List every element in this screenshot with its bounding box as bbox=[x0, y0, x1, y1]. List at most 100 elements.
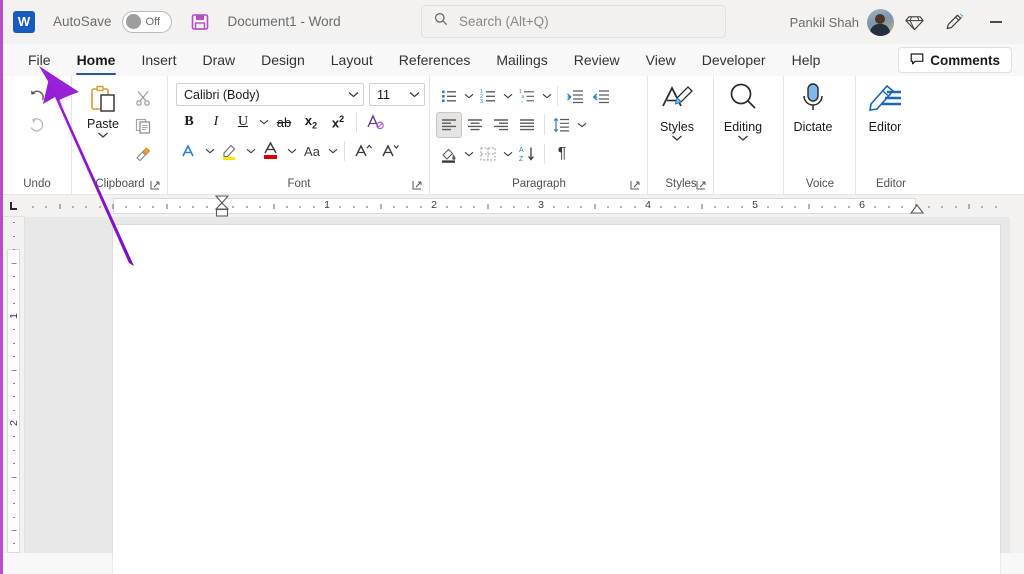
vertical-ruler[interactable]: 12 bbox=[3, 217, 25, 553]
autosave-label: AutoSave bbox=[53, 14, 112, 29]
styles-button[interactable]: Styles bbox=[648, 80, 706, 142]
bold-button[interactable]: B bbox=[176, 109, 202, 135]
font-name-combobox[interactable]: Calibri (Body) bbox=[176, 83, 364, 106]
tab-developer[interactable]: Developer bbox=[689, 44, 779, 76]
tab-review[interactable]: Review bbox=[561, 44, 633, 76]
paragraph-dialog-launcher[interactable] bbox=[629, 179, 641, 191]
document-page[interactable] bbox=[113, 225, 1000, 574]
multilevel-list-button[interactable]: 1 a i bbox=[514, 83, 540, 109]
text-effects-button[interactable] bbox=[176, 138, 202, 164]
justify-button[interactable] bbox=[514, 112, 540, 138]
underline-button[interactable]: U bbox=[230, 109, 256, 135]
grow-font-button[interactable] bbox=[350, 138, 376, 164]
tab-stop-selector[interactable] bbox=[3, 195, 25, 217]
borders-button[interactable] bbox=[475, 141, 501, 167]
show-formatting-marks-button[interactable]: ¶ bbox=[549, 141, 575, 167]
sort-button[interactable]: A Z bbox=[514, 141, 540, 167]
subscript-button[interactable]: x2 bbox=[298, 109, 324, 135]
paste-button[interactable]: Paste bbox=[76, 82, 130, 139]
minimize-button[interactable] bbox=[974, 0, 1018, 44]
italic-button[interactable]: I bbox=[203, 109, 229, 135]
multilevel-list-dropdown[interactable] bbox=[540, 83, 553, 109]
tab-references[interactable]: References bbox=[386, 44, 484, 76]
increase-indent-button[interactable] bbox=[588, 83, 614, 109]
ruler-track[interactable]: 123456 bbox=[25, 195, 1024, 217]
line-spacing-button[interactable] bbox=[549, 112, 575, 138]
avatar[interactable] bbox=[867, 9, 894, 36]
superscript-button[interactable]: x2 bbox=[325, 109, 351, 135]
tab-home[interactable]: Home bbox=[64, 44, 129, 76]
ruler-tick bbox=[32, 206, 33, 208]
editor-button[interactable]: Editor bbox=[856, 80, 914, 134]
bullets-button[interactable] bbox=[436, 83, 462, 109]
undo-button[interactable] bbox=[24, 82, 50, 108]
underline-dropdown[interactable] bbox=[257, 109, 270, 135]
styles-dialog-launcher[interactable] bbox=[695, 179, 707, 191]
bullets-dropdown[interactable] bbox=[462, 83, 475, 109]
ruler-tick bbox=[139, 206, 140, 208]
change-case-dropdown[interactable] bbox=[326, 138, 339, 164]
align-left-button[interactable] bbox=[436, 112, 462, 138]
vertical-scrollbar[interactable] bbox=[1010, 217, 1024, 553]
highlight-dropdown[interactable] bbox=[244, 138, 257, 164]
ruler-number: 1 bbox=[8, 313, 20, 319]
divider bbox=[557, 86, 558, 106]
right-indent-marker[interactable] bbox=[909, 204, 925, 216]
editor-button-label: Editor bbox=[869, 120, 902, 134]
change-case-button[interactable]: Aa bbox=[299, 138, 325, 164]
autosave-toggle[interactable]: Off bbox=[122, 11, 172, 33]
shading-dropdown[interactable] bbox=[462, 141, 475, 167]
font-color-button[interactable] bbox=[258, 138, 284, 164]
hanging-indent-marker[interactable] bbox=[214, 202, 230, 217]
shrink-font-button[interactable] bbox=[377, 138, 403, 164]
ruler-tick bbox=[260, 206, 261, 208]
clipboard-dialog-launcher[interactable] bbox=[149, 179, 161, 191]
ruler-tick bbox=[286, 206, 287, 208]
save-icon[interactable] bbox=[190, 12, 210, 32]
account-name[interactable]: Pankil Shah bbox=[790, 15, 859, 30]
text-highlight-button[interactable] bbox=[217, 138, 243, 164]
ruler-tick bbox=[86, 206, 87, 208]
format-painter-button[interactable] bbox=[130, 141, 156, 167]
tab-view[interactable]: View bbox=[633, 44, 689, 76]
tab-layout[interactable]: Layout bbox=[318, 44, 386, 76]
tab-design[interactable]: Design bbox=[248, 44, 318, 76]
cut-button[interactable] bbox=[130, 85, 156, 111]
align-right-button[interactable] bbox=[488, 112, 514, 138]
ribbon-group-font: Calibri (Body) 11 bbox=[167, 76, 429, 194]
clear-formatting-button[interactable] bbox=[362, 109, 388, 135]
tab-help[interactable]: Help bbox=[779, 44, 834, 76]
editing-button[interactable]: Editing bbox=[714, 80, 772, 142]
font-size-combobox[interactable]: 11 bbox=[369, 83, 425, 106]
toggle-knob bbox=[126, 14, 141, 29]
numbering-dropdown[interactable] bbox=[501, 83, 514, 109]
font-dialog-launcher[interactable] bbox=[411, 179, 423, 191]
tab-mailings[interactable]: Mailings bbox=[483, 44, 560, 76]
ruler-tick bbox=[888, 206, 889, 208]
decrease-indent-button[interactable] bbox=[562, 83, 588, 109]
ruler-tick bbox=[13, 383, 15, 384]
tab-insert[interactable]: Insert bbox=[128, 44, 189, 76]
borders-dropdown[interactable] bbox=[501, 141, 514, 167]
word-window: W AutoSave Off Document1 - Word Search (… bbox=[0, 0, 1024, 574]
copy-button[interactable] bbox=[130, 113, 156, 139]
dictate-button[interactable]: Dictate bbox=[784, 80, 842, 134]
line-spacing-dropdown[interactable] bbox=[575, 112, 588, 138]
numbering-button[interactable]: 1 2 3 bbox=[475, 83, 501, 109]
text-effects-dropdown[interactable] bbox=[203, 138, 216, 164]
ruler-tick bbox=[13, 249, 15, 250]
comments-button[interactable]: Comments bbox=[898, 47, 1012, 73]
shading-button[interactable] bbox=[436, 141, 462, 167]
font-color-dropdown[interactable] bbox=[285, 138, 298, 164]
pen-highlight-icon[interactable] bbox=[934, 0, 974, 44]
group-label-undo: Undo bbox=[3, 174, 71, 194]
strikethrough-button[interactable]: ab bbox=[271, 109, 297, 135]
diamond-icon[interactable] bbox=[894, 0, 934, 44]
align-center-button[interactable] bbox=[462, 112, 488, 138]
ruler-tick bbox=[674, 206, 675, 208]
tab-file[interactable]: File bbox=[15, 44, 64, 76]
tab-draw[interactable]: Draw bbox=[189, 44, 248, 76]
ruler-tick bbox=[99, 206, 100, 208]
redo-button[interactable] bbox=[24, 112, 50, 138]
search-input[interactable]: Search (Alt+Q) bbox=[421, 5, 726, 38]
